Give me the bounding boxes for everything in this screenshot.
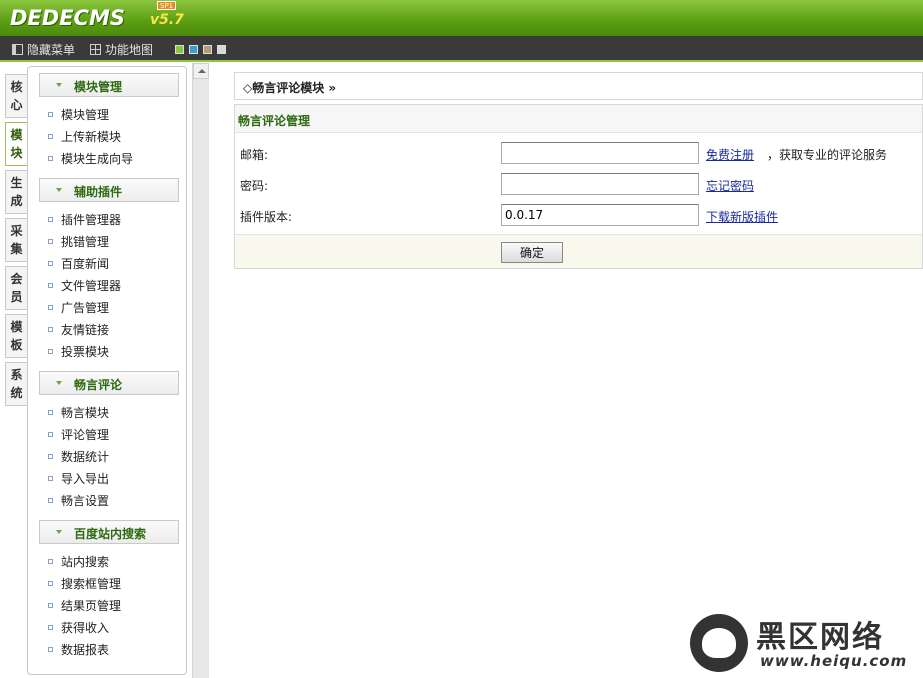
bullet-icon bbox=[48, 475, 53, 481]
watermark-url: www.heiqu.com bbox=[760, 652, 908, 670]
tab-members[interactable]: 会员 bbox=[5, 266, 27, 310]
chevron-down-icon bbox=[56, 530, 62, 534]
bullet-icon bbox=[48, 624, 53, 630]
app-header: DEDECMS v5.7 SP1 bbox=[0, 0, 923, 36]
chevron-down-icon bbox=[56, 83, 62, 87]
menu-item[interactable]: 导入导出 bbox=[48, 469, 109, 487]
chevron-down-icon bbox=[56, 188, 62, 192]
plugin-version-label: 插件版本: bbox=[240, 210, 293, 224]
register-link[interactable]: 免费注册 bbox=[706, 146, 754, 163]
chevron-down-icon bbox=[56, 381, 62, 385]
bullet-icon bbox=[48, 602, 53, 608]
hide-menu-label: 隐藏菜单 bbox=[27, 43, 76, 57]
bullet-icon bbox=[48, 558, 53, 564]
menu-item[interactable]: 插件管理器 bbox=[48, 210, 121, 228]
menu-item[interactable]: 上传新模块 bbox=[48, 127, 121, 145]
bullet-icon bbox=[48, 453, 53, 459]
menu-item[interactable]: 数据统计 bbox=[48, 447, 109, 465]
menu-item[interactable]: 友情链接 bbox=[48, 320, 109, 338]
password-label: 密码: bbox=[240, 179, 269, 193]
site-map-icon bbox=[90, 44, 101, 55]
tab-system[interactable]: 系统 bbox=[5, 362, 27, 406]
menu-item[interactable]: 数据报表 bbox=[48, 640, 109, 658]
menu-item[interactable]: 挑错管理 bbox=[48, 232, 109, 250]
menu-item[interactable]: 畅言模块 bbox=[48, 403, 109, 421]
bullet-icon bbox=[48, 348, 53, 354]
bullet-icon bbox=[48, 282, 53, 288]
menu-scrollbar[interactable] bbox=[192, 63, 209, 678]
button-row: 确定 bbox=[235, 234, 922, 268]
menu-item[interactable]: 评论管理 bbox=[48, 425, 109, 443]
confirm-button[interactable]: 确定 bbox=[501, 242, 563, 263]
tab-collect[interactable]: 采集 bbox=[5, 218, 27, 262]
menu-group-module-management[interactable]: 模块管理 bbox=[39, 73, 179, 97]
forgot-password-link[interactable]: 忘记密码 bbox=[706, 177, 754, 194]
bullet-icon bbox=[48, 431, 53, 437]
menu-item[interactable]: 投票模块 bbox=[48, 342, 109, 360]
bullet-icon bbox=[48, 260, 53, 266]
menu-item[interactable]: 搜索框管理 bbox=[48, 574, 121, 592]
menu-item[interactable]: 广告管理 bbox=[48, 298, 109, 316]
top-toolbar: 隐藏菜单 功能地图 bbox=[0, 36, 923, 62]
bullet-icon bbox=[48, 497, 53, 503]
menu-item[interactable]: 模块管理 bbox=[48, 105, 109, 123]
tab-core[interactable]: 核心 bbox=[5, 74, 27, 118]
bullet-icon bbox=[48, 216, 53, 222]
tab-modules[interactable]: 模块 bbox=[5, 122, 27, 166]
plugin-version-field[interactable] bbox=[501, 204, 699, 226]
password-field[interactable] bbox=[501, 173, 699, 195]
bullet-icon bbox=[48, 409, 53, 415]
bullet-icon bbox=[48, 133, 53, 139]
email-row: 邮箱: 免费注册 ，获取专业的评论服务 bbox=[235, 138, 922, 168]
watermark-title: 黑区网络 bbox=[756, 620, 884, 655]
site-map-label: 功能地图 bbox=[105, 43, 154, 57]
panel-title: 畅言评论管理 bbox=[235, 105, 922, 133]
theme-swatch-blue[interactable] bbox=[189, 45, 198, 54]
left-menu: 模块管理 模块管理 上传新模块 模块生成向导 辅助插件 插件管理器 挑错管理 百… bbox=[27, 66, 187, 675]
hide-menu-button[interactable]: 隐藏菜单 bbox=[12, 41, 75, 58]
menu-item[interactable]: 结果页管理 bbox=[48, 596, 121, 614]
download-plugin-link[interactable]: 下载新版插件 bbox=[706, 208, 778, 225]
theme-swatch-brown[interactable] bbox=[203, 45, 212, 54]
version-label: v5.7 bbox=[150, 12, 184, 28]
bullet-icon bbox=[48, 580, 53, 586]
bullet-icon bbox=[48, 326, 53, 332]
menu-item[interactable]: 文件管理器 bbox=[48, 276, 121, 294]
hide-menu-icon bbox=[12, 44, 23, 55]
email-label: 邮箱: bbox=[240, 148, 269, 162]
arrow-up-icon bbox=[198, 69, 206, 73]
tab-templates[interactable]: 模板 bbox=[5, 314, 27, 358]
watermark: 黑区网络 www.heiqu.com bbox=[690, 612, 923, 678]
register-note: ，获取专业的评论服务 bbox=[767, 148, 888, 162]
bullet-icon bbox=[48, 304, 53, 310]
bullet-icon bbox=[48, 111, 53, 117]
dedecms-logo: DEDECMS bbox=[10, 6, 125, 30]
menu-item[interactable]: 站内搜索 bbox=[48, 552, 109, 570]
theme-swatch-gray[interactable] bbox=[217, 45, 226, 54]
theme-swatch-green[interactable] bbox=[175, 45, 184, 54]
scroll-up-button[interactable] bbox=[193, 63, 209, 79]
side-tabs: 核心 模块 生成 采集 会员 模板 系统 bbox=[5, 74, 27, 410]
menu-group-baidu-search[interactable]: 百度站内搜索 bbox=[39, 520, 179, 544]
bullet-icon bbox=[48, 646, 53, 652]
changyan-settings-panel: 畅言评论管理 邮箱: 免费注册 ，获取专业的评论服务 密码: 忘记密码 插件版本… bbox=[234, 104, 923, 269]
menu-item[interactable]: 畅言设置 bbox=[48, 491, 109, 509]
menu-item[interactable]: 模块生成向导 bbox=[48, 149, 133, 167]
bullet-icon bbox=[48, 155, 53, 161]
tab-generate[interactable]: 生成 bbox=[5, 170, 27, 214]
menu-item[interactable]: 获得收入 bbox=[48, 618, 109, 636]
email-field[interactable] bbox=[501, 142, 699, 164]
menu-group-plugins[interactable]: 辅助插件 bbox=[39, 178, 179, 202]
site-map-button[interactable]: 功能地图 bbox=[90, 41, 153, 58]
bullet-icon bbox=[48, 238, 53, 244]
menu-group-changyan[interactable]: 畅言评论 bbox=[39, 371, 179, 395]
plugin-version-row: 插件版本: 下载新版插件 bbox=[235, 200, 922, 230]
menu-item[interactable]: 百度新闻 bbox=[48, 254, 109, 272]
breadcrumb: ◇畅言评论模块 » bbox=[234, 72, 923, 100]
password-row: 密码: 忘记密码 bbox=[235, 169, 922, 199]
mushroom-logo-icon bbox=[690, 614, 748, 672]
sp-badge: SP1 bbox=[157, 1, 177, 10]
